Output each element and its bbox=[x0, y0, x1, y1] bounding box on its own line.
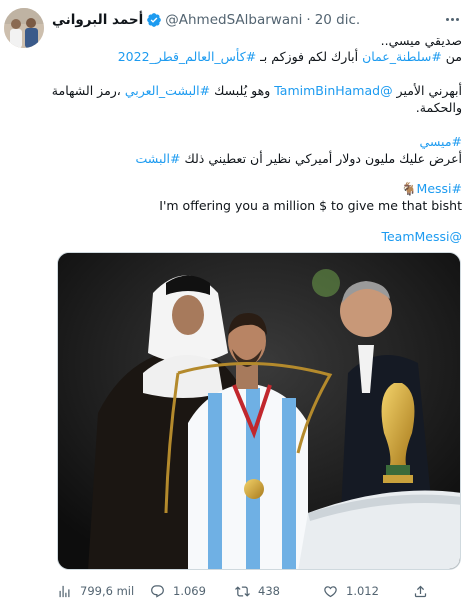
text-line-4: والحكمة. bbox=[415, 100, 462, 115]
avatar[interactable] bbox=[4, 8, 44, 48]
like-count: 1.012 bbox=[346, 584, 379, 598]
reply-button[interactable]: 1.069 bbox=[150, 584, 235, 599]
reply-icon bbox=[151, 584, 164, 598]
mention-teammessi[interactable]: @TeamMessi bbox=[381, 229, 462, 244]
text-segment: أبهرني الأمير bbox=[392, 83, 462, 98]
retweet-icon bbox=[235, 585, 250, 597]
text-line-mention: @TeamMessi bbox=[381, 228, 462, 245]
text-segment: ،رمز الشهامة bbox=[51, 83, 125, 98]
separator-dot: · bbox=[306, 12, 311, 28]
text-line-3: أبهرني الأمير @TamimBinHamad وهو يُلبسك … bbox=[52, 82, 462, 99]
text-segment: من bbox=[441, 49, 462, 64]
heart-icon bbox=[324, 585, 337, 597]
hashtag-oman[interactable]: #سلطنة_عمان bbox=[362, 49, 442, 64]
hashtag-messi-en[interactable]: #Messi bbox=[417, 181, 462, 196]
hashtag-messi-ar[interactable]: #ميسي bbox=[419, 134, 462, 149]
text-line-english: I'm offering you a million $ to give me … bbox=[159, 198, 462, 213]
verified-badge-icon bbox=[146, 12, 162, 28]
text-line-6: أعرض عليك مليون دولار أميركي نظير أن تعط… bbox=[136, 150, 462, 167]
retweet-count: 438 bbox=[258, 584, 280, 598]
tweet-photo[interactable] bbox=[57, 252, 461, 570]
retweet-button[interactable]: 438 bbox=[235, 584, 323, 599]
hashtag-worldcup[interactable]: #كأس_العالم_قطر_2022 bbox=[118, 49, 256, 64]
views-chart-icon bbox=[59, 585, 70, 597]
author-name[interactable]: أحمد البرواني bbox=[52, 12, 143, 28]
share-icon bbox=[414, 585, 427, 597]
tweet-header: أحمد البرواني @AhmedSAlbarwani · 20 dic. bbox=[52, 10, 459, 30]
text-segment: أعرض عليك مليون دولار أميركي نظير أن تعط… bbox=[180, 151, 462, 166]
like-button[interactable]: 1.012 bbox=[323, 584, 413, 599]
text-line-1: صديقي ميسي.. bbox=[380, 33, 462, 48]
more-icon[interactable] bbox=[441, 12, 463, 26]
tweet-date[interactable]: 20 dic. bbox=[315, 12, 361, 28]
tweet-card[interactable]: أحمد البرواني @AhmedSAlbarwani · 20 dic.… bbox=[0, 0, 469, 604]
mention-tamim[interactable]: @TamimBinHamad bbox=[274, 83, 392, 98]
reply-count: 1.069 bbox=[173, 584, 206, 598]
text-segment: وهو يُلبسك bbox=[210, 83, 275, 98]
action-bar: 799,6 mil 1.069 438 1.012 bbox=[52, 580, 462, 602]
views-button[interactable]: 799,6 mil bbox=[52, 584, 150, 599]
views-count: 799,6 mil bbox=[80, 584, 135, 598]
text-line-2: من #سلطنة_عمان أبارك لكم فوزكم بـ #كأس_ا… bbox=[118, 48, 462, 65]
text-segment: أبارك لكم فوزكم بـ bbox=[256, 49, 363, 64]
author-handle[interactable]: @AhmedSAlbarwani bbox=[165, 12, 302, 28]
share-button[interactable] bbox=[413, 584, 443, 599]
goat-emoji: 🐐 bbox=[400, 181, 417, 196]
hashtag-bisht-arabic[interactable]: #البشت_العربي bbox=[125, 83, 210, 98]
text-line-5: #ميسي bbox=[419, 133, 462, 150]
hashtag-bisht[interactable]: #البشت bbox=[136, 151, 181, 166]
text-line-7: #Messi🐐 bbox=[401, 180, 462, 197]
